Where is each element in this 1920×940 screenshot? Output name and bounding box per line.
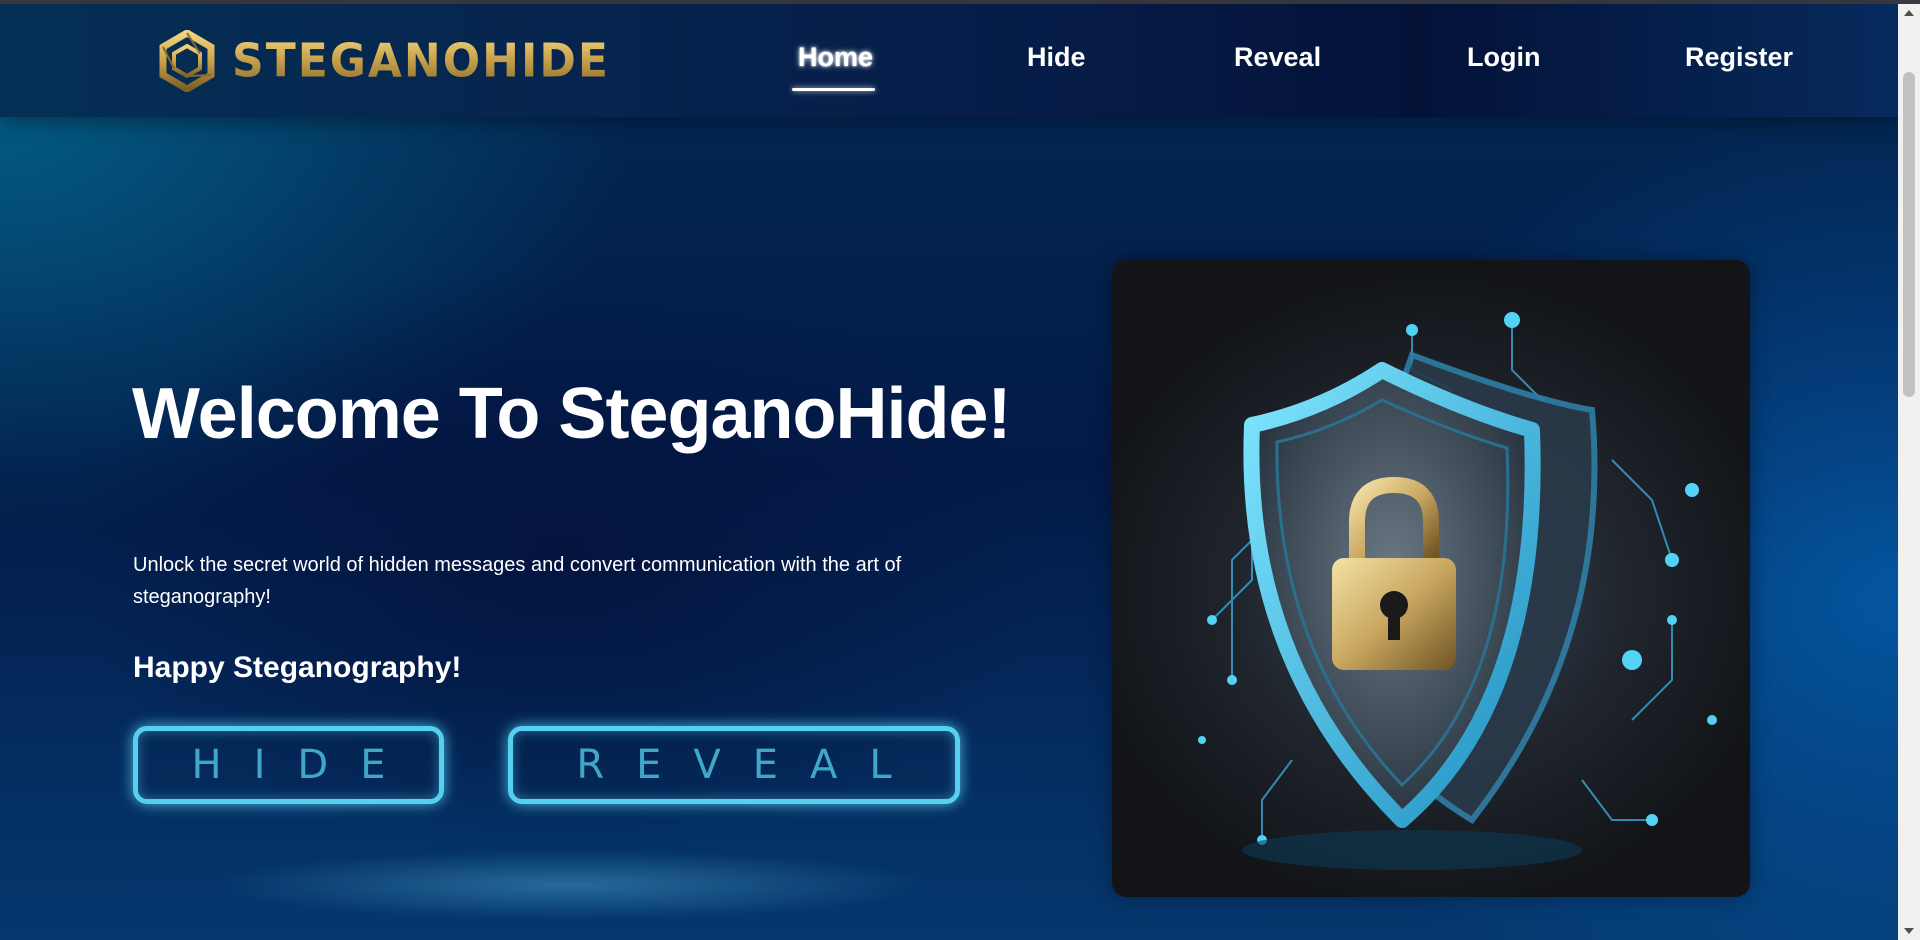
scroll-down-arrow-icon[interactable]	[1904, 928, 1914, 934]
hide-button-label: HIDE	[191, 742, 418, 788]
nav-register[interactable]: Register	[1685, 42, 1793, 73]
page-scrollbar[interactable]	[1898, 4, 1920, 940]
reveal-button[interactable]: REVEAL	[508, 726, 960, 804]
navbar: STEGANOHIDE Home Hide Reveal Login Regis…	[0, 4, 1898, 117]
hero-title: Welcome To SteganoHide!	[132, 374, 1011, 454]
nav-hide[interactable]: Hide	[1027, 42, 1086, 73]
hero-description: Unlock the secret world of hidden messag…	[133, 554, 902, 608]
nav-reveal[interactable]: Reveal	[1234, 42, 1321, 73]
nav-active-underline	[792, 88, 875, 91]
shield-padlock-icon	[1198, 312, 1717, 870]
nav-login[interactable]: Login	[1467, 42, 1540, 73]
hero-subtitle: Happy Steganography!	[133, 651, 462, 684]
nav-home[interactable]: Home	[798, 42, 873, 73]
scroll-up-arrow-icon[interactable]	[1904, 10, 1914, 16]
logo-text: STEGANOHIDE	[232, 34, 610, 88]
logo[interactable]: STEGANOHIDE	[156, 30, 610, 92]
reveal-button-label: REVEAL	[576, 742, 924, 788]
logo-hexagon-icon	[159, 30, 215, 92]
hide-button[interactable]: HIDE	[133, 726, 444, 804]
scroll-thumb[interactable]	[1903, 72, 1915, 397]
hero-image	[1112, 260, 1750, 897]
neon-floor-glow	[60, 830, 1080, 940]
